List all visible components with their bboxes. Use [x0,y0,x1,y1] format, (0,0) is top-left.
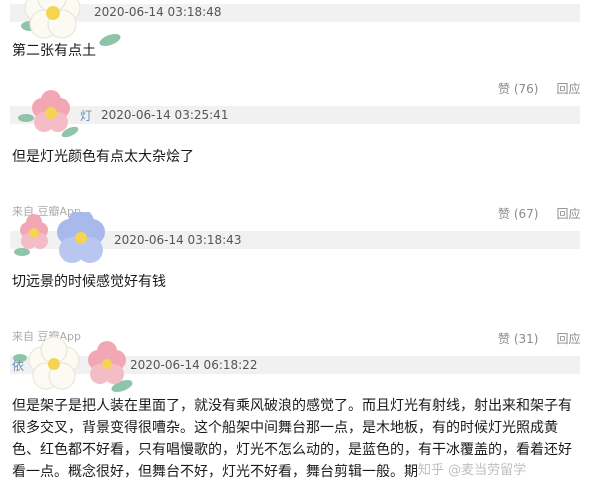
comment-header-bar [10,106,580,124]
flower-avatar[interactable] [12,336,138,398]
comment-actions: 赞 (31) 回应 [498,330,580,347]
reply-button[interactable]: 回应 [556,82,580,96]
like-button[interactable]: 赞 (76) [498,82,538,96]
commenter-name[interactable]: 灯 [80,107,92,124]
comment-timestamp: 2020-06-14 06:18:22 [130,358,258,372]
comment-timestamp: 2020-06-14 03:25:41 [101,108,229,122]
flower-icon [18,90,79,138]
flower-icon [13,336,133,393]
flower-avatar[interactable] [18,88,82,146]
like-button[interactable]: 赞 (67) [498,207,538,221]
like-button[interactable]: 赞 (31) [498,332,538,346]
comment-text: 切远景的时候感觉好有钱 [12,274,166,290]
commenter-name[interactable]: 依 [12,357,24,374]
watermark: 知乎 @麦当劳留学 [418,463,527,478]
comment-text: 但是灯光颜色有点太大杂烩了 [12,149,194,165]
reply-button[interactable]: 回应 [556,207,580,221]
comment-timestamp: 2020-06-14 03:18:43 [114,233,242,247]
comment-actions: 赞 (67) 回应 [498,205,580,222]
reply-button[interactable]: 回应 [556,332,580,346]
flower-avatar[interactable] [12,209,116,276]
comment-actions: 赞 (76) 回应 [498,80,580,97]
comment-timestamp: 2020-06-14 03:18:48 [94,5,222,19]
comment-text: 第二张有点土 [12,43,96,59]
flower-icon [14,209,105,263]
